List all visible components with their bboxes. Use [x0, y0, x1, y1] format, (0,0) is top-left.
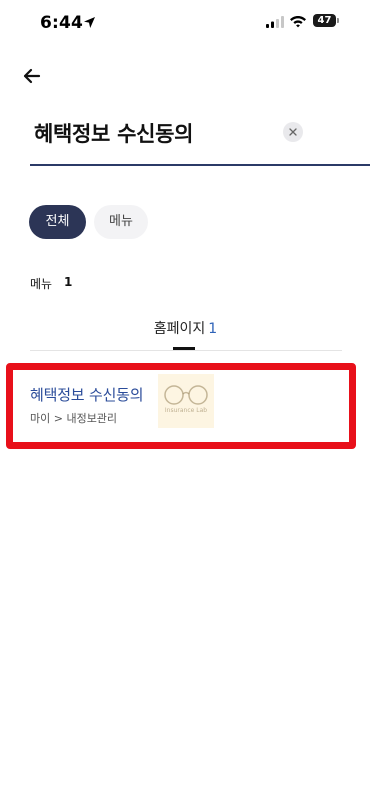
back-arrow-icon[interactable]	[20, 64, 44, 88]
tab-divider	[30, 350, 342, 351]
search-field[interactable]: 혜택정보 수신동의	[30, 110, 370, 166]
cellular-signal-icon	[266, 16, 284, 28]
search-screen: 6:44 47 혜택정보 수신동의 전체 메뉴 메뉴 1 홈페이지 1 Insu…	[0, 0, 371, 800]
close-icon	[289, 128, 297, 136]
tab-homepage[interactable]: 홈페이지 1	[0, 318, 371, 350]
status-time: 6:44	[40, 13, 84, 33]
search-input[interactable]: 혜택정보 수신동의	[34, 118, 193, 148]
battery-level: 47	[313, 14, 336, 27]
filter-chip-menu[interactable]: 메뉴	[94, 205, 148, 239]
battery-icon: 47	[313, 14, 341, 29]
section-label: 메뉴	[30, 277, 53, 291]
battery-cap	[337, 18, 339, 23]
filter-chip-all[interactable]: 전체	[29, 205, 86, 239]
highlight-annotation-box	[6, 363, 356, 449]
status-bar: 6:44 47	[0, 0, 371, 46]
wifi-icon	[290, 16, 306, 28]
tab-count: 1	[208, 321, 218, 337]
clear-search-button[interactable]	[283, 122, 303, 142]
tab-label: 홈페이지	[153, 321, 206, 337]
section-count: 1	[64, 275, 73, 289]
location-arrow-icon	[84, 17, 95, 28]
